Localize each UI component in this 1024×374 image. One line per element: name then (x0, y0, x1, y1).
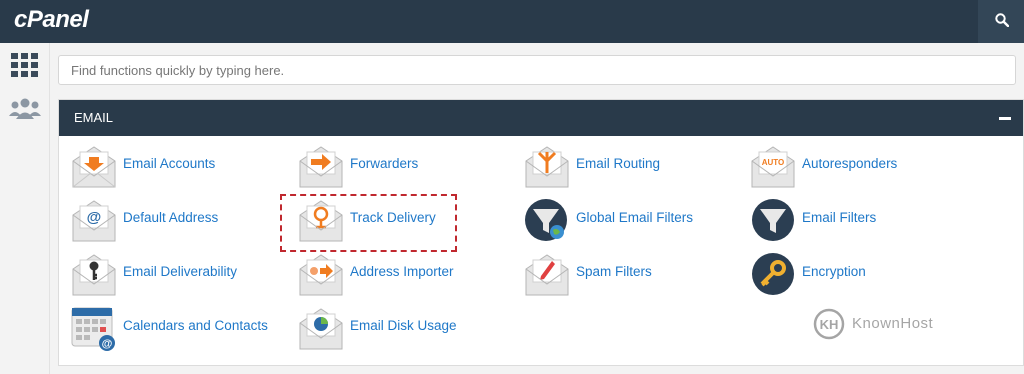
global-email-filters-icon (525, 199, 567, 241)
item-label: Email Routing (576, 156, 661, 171)
grid-icon[interactable] (11, 53, 39, 79)
calendars-contacts-icon: @ (71, 307, 115, 351)
encryption-icon (752, 253, 794, 295)
item-label: Global Email Filters (576, 210, 694, 225)
item-label: Encryption (802, 264, 866, 279)
email-deliverability-icon (72, 254, 116, 296)
at-symbol: @ (87, 209, 102, 226)
item-label: Email Deliverability (123, 264, 238, 279)
item-label: Email Disk Usage (350, 318, 457, 333)
search-icon (995, 13, 1009, 27)
cpanel-logo[interactable]: cPanel (14, 6, 89, 34)
sidebar (0, 43, 50, 374)
at-badge: @ (102, 338, 113, 350)
email-filters-icon (752, 199, 794, 241)
knownhost-text: KnownHost (852, 315, 934, 332)
auto-label: AUTO (762, 158, 785, 167)
spam-filters-icon (525, 254, 569, 296)
item-label: Spam Filters (576, 264, 652, 279)
svg-text:KH: KH (820, 317, 839, 332)
item-label: Autoresponders (802, 156, 898, 171)
item-label: Email Accounts (123, 156, 216, 171)
item-label: Email Filters (802, 210, 877, 225)
email-accounts-icon (72, 146, 116, 188)
knownhost-watermark: KH KnownHost (812, 308, 962, 340)
email-panel-header[interactable]: EMAIL (59, 100, 1023, 136)
track-delivery-highlight (280, 194, 457, 252)
forwarders-icon (299, 146, 343, 188)
minus-icon[interactable] (999, 117, 1011, 120)
address-importer-icon (299, 254, 343, 296)
knownhost-logo-icon: KH (813, 308, 845, 340)
item-label: Address Importer (350, 264, 454, 279)
email-panel-title: EMAIL (74, 110, 114, 125)
item-label: Default Address (123, 210, 219, 225)
email-routing-icon (525, 146, 569, 188)
item-label: Calendars and Contacts (123, 318, 268, 333)
item-label: Forwarders (350, 156, 419, 171)
top-bar: cPanel (0, 0, 1024, 43)
default-address-icon: @ (72, 200, 116, 242)
quick-search-input[interactable] (58, 55, 1016, 85)
header-search-button[interactable] (978, 0, 1024, 43)
autoresponders-icon: AUTO (751, 146, 795, 188)
users-icon[interactable] (9, 97, 41, 121)
email-disk-usage-icon (299, 308, 343, 350)
